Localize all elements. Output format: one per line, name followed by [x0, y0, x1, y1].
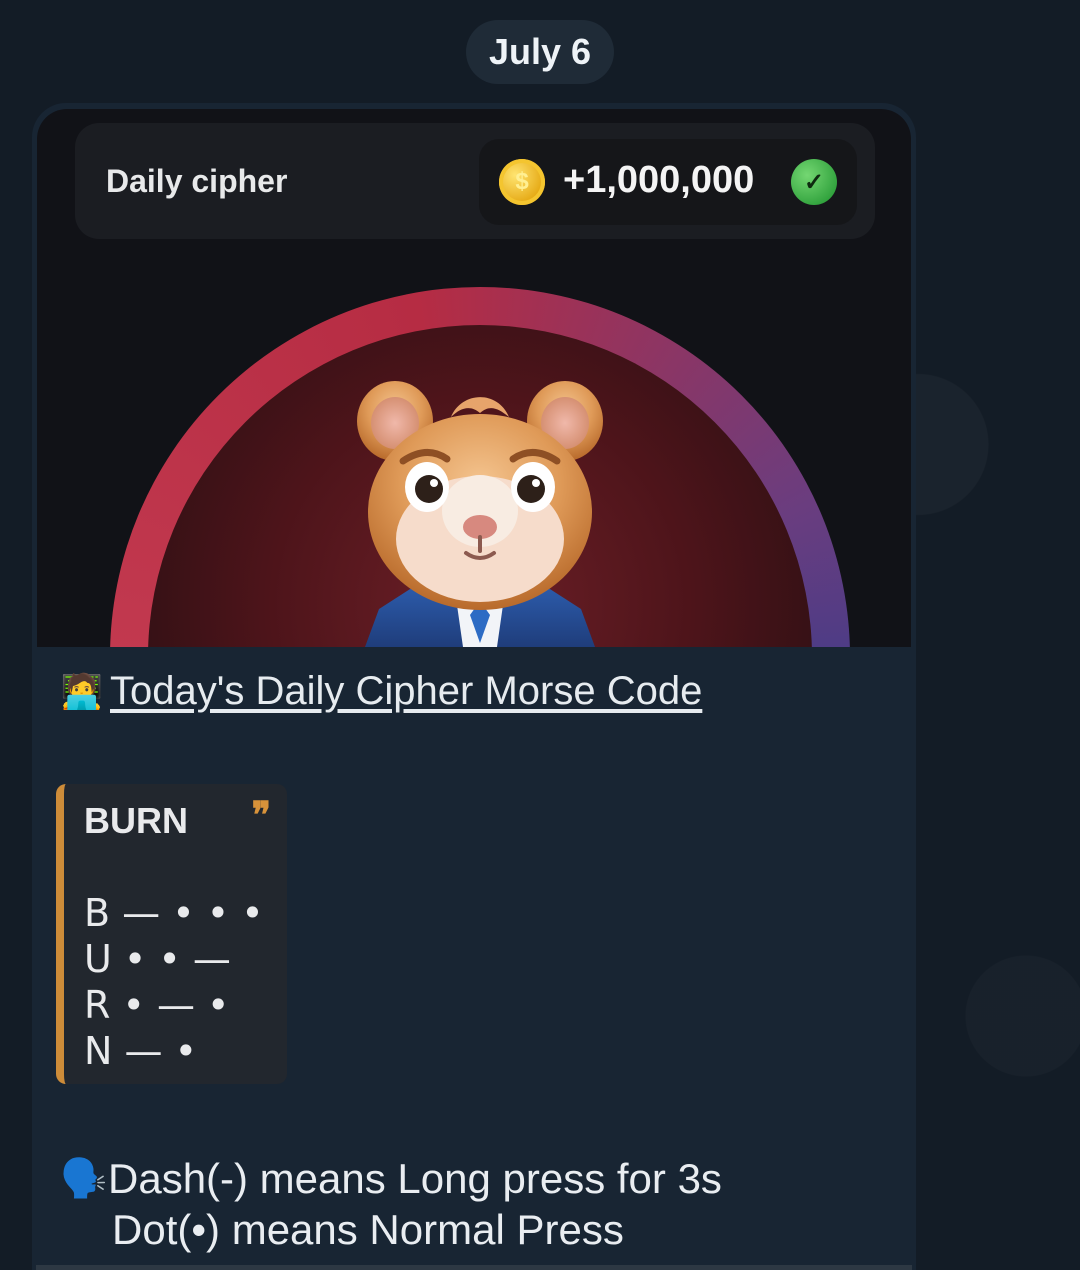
instruction-text: 🗣️ Dash(-) means Long press for 3s Dot(•…	[58, 1153, 858, 1255]
speaking-head-icon: 🗣️	[60, 1157, 108, 1200]
daily-cipher-link[interactable]: Today's Daily Cipher Morse Code	[110, 669, 702, 714]
morse-line-u: U • • —	[84, 937, 231, 981]
quote-icon: ❞	[251, 794, 271, 835]
media-card[interactable]: Daily cipher $ +1,000,000 ✓	[37, 109, 911, 647]
reward-header: Daily cipher $ +1,000,000 ✓	[75, 123, 875, 239]
coin-icon: $	[499, 159, 545, 205]
morse-line-n: N — •	[84, 1029, 197, 1073]
instruction-dot-text: Dot(•) means Normal Press	[112, 1206, 624, 1253]
reward-title: Daily cipher	[106, 163, 288, 199]
daily-cipher-link-row[interactable]: 🧑‍💻 Today's Daily Cipher Morse Code	[60, 669, 703, 714]
instruction-line-dot: Dot(•) means Normal Press	[58, 1205, 858, 1255]
reward-pill: $ +1,000,000 ✓	[479, 139, 857, 225]
message-bottom-strip	[36, 1265, 912, 1270]
hamster-mascot	[339, 377, 621, 647]
date-label: July 6	[488, 31, 592, 72]
check-circle-icon: ✓	[791, 159, 837, 205]
message-bubble: Daily cipher $ +1,000,000 ✓	[32, 103, 916, 1270]
morse-line-r: R • — •	[84, 983, 230, 1027]
reward-amount: +1,000,000	[563, 159, 755, 201]
morse-quote-block: BURN ❞ B — • • • U • • — R • — • N — •	[56, 784, 287, 1084]
date-chip: July 6	[466, 20, 614, 84]
instruction-dash-text: Dash(-) means Long press for 3s	[108, 1155, 722, 1203]
instruction-line-dash: 🗣️ Dash(-) means Long press for 3s	[58, 1153, 858, 1205]
technologist-icon: 🧑‍💻	[60, 672, 104, 711]
quote-title: BURN	[84, 800, 188, 841]
morse-line-b: B — • • •	[84, 891, 264, 935]
